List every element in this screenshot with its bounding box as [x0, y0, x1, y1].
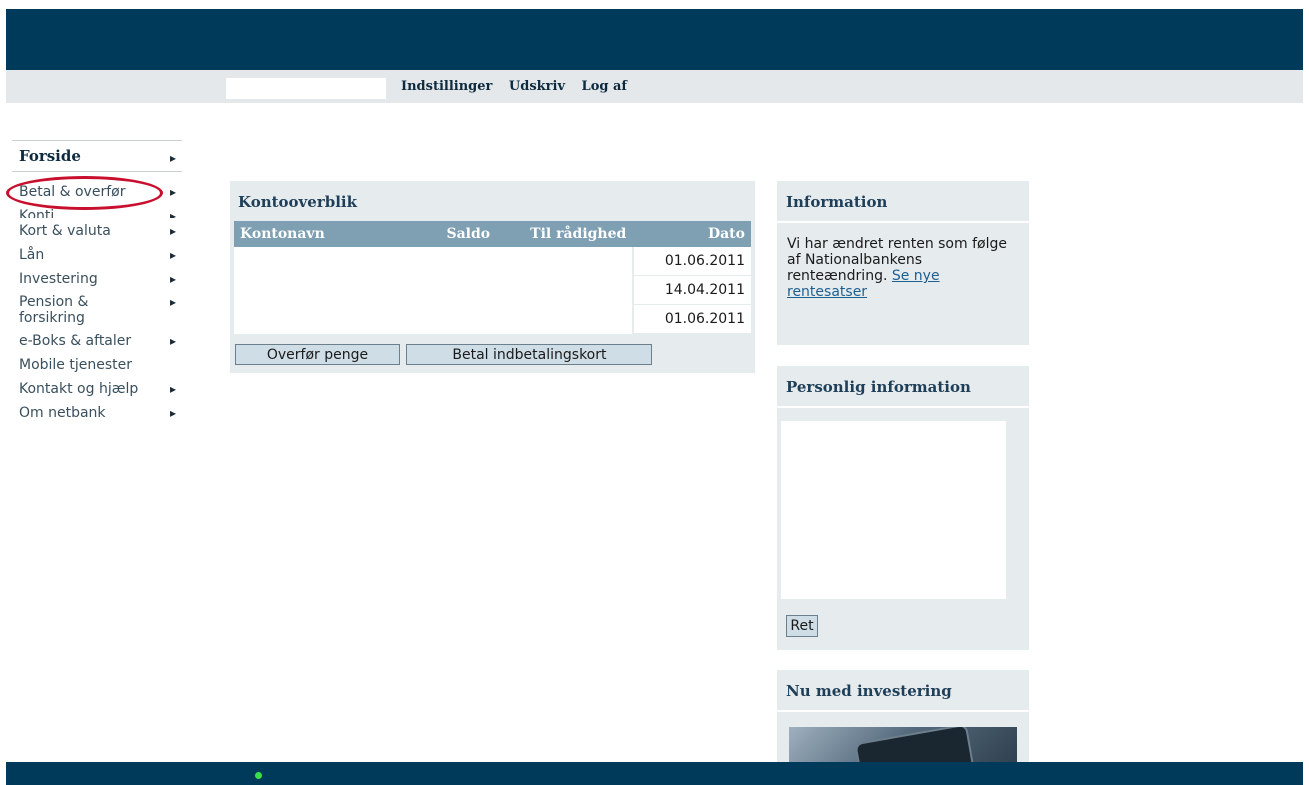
sidebar-item-label: Kort & valuta — [19, 223, 111, 239]
date-cell: 01.06.2011 — [632, 305, 751, 334]
column-header-date[interactable]: Dato — [632, 221, 751, 247]
account-actions: Overfør penge Betal indbetalingskort — [235, 344, 653, 365]
sidebar-item-label: e-Boks & aftaler — [19, 333, 132, 349]
table-row[interactable]: 01.06.2011 — [234, 247, 751, 276]
chevron-right-icon: ▸ — [170, 382, 177, 396]
chevron-right-icon: ▸ — [170, 224, 177, 238]
personal-info-panel: Personlig information Ret — [777, 366, 1029, 650]
sidebar-item-contact-help[interactable]: Kontakt og hjælp ▸ — [12, 380, 182, 398]
column-header-account-name[interactable]: Kontonavn — [234, 221, 402, 247]
sidebar-item-label: Forside — [19, 147, 81, 165]
accounts-table: Kontonavn Saldo Til rådighed Dato 01.06.… — [234, 221, 751, 334]
sidebar-item-eboks[interactable]: e-Boks & aftaler ▸ — [12, 332, 182, 350]
utility-bar: Indstillinger Udskriv Log af — [6, 70, 1303, 103]
print-link[interactable]: Udskriv — [509, 79, 565, 94]
sidebar-item-loans[interactable]: Lån ▸ — [12, 246, 182, 264]
panel-title: Personlig information — [786, 378, 971, 396]
information-panel: Information Vi har ændret renten som føl… — [777, 181, 1029, 345]
account-overview-panel: Kontooverblik Kontonavn Saldo Til rådigh… — [230, 181, 755, 373]
date-cell: 01.06.2011 — [632, 247, 751, 276]
personal-info-box — [781, 421, 1006, 599]
sidebar-item-label: Om netbank — [19, 405, 106, 421]
sidebar-item-home[interactable]: Forside ▸ — [12, 141, 182, 172]
sidebar-item-mobile[interactable]: Mobile tjenester — [12, 356, 182, 374]
sidebar-list: Betal & overfør ▸ Konti ▸ Kort & valuta … — [12, 183, 182, 422]
chevron-right-icon: ▸ — [170, 185, 177, 199]
transfer-money-button[interactable]: Overfør penge — [235, 344, 400, 365]
table-row[interactable]: 14.04.2011 — [234, 276, 751, 305]
chevron-right-icon: ▸ — [170, 248, 177, 262]
table-row[interactable]: 01.06.2011 — [234, 305, 751, 334]
status-dot-icon — [255, 772, 262, 779]
utility-links: Indstillinger Udskriv Log af — [401, 79, 639, 94]
sidebar-item-accounts[interactable]: Konti ▸ — [12, 207, 182, 218]
logout-link[interactable]: Log af — [582, 79, 627, 94]
footer-bar — [6, 762, 1303, 785]
sidebar-item-label: Pension & forsikring — [19, 294, 89, 326]
sidebar-item-label: Investering — [19, 271, 98, 287]
header-bar — [6, 9, 1303, 70]
chevron-right-icon: ▸ — [170, 272, 177, 286]
panel-title: Nu med investering — [786, 682, 952, 700]
divider — [777, 406, 1029, 408]
sidebar-item-about[interactable]: Om netbank ▸ — [12, 404, 182, 422]
chevron-right-icon: ▸ — [170, 209, 177, 218]
account-cell[interactable] — [234, 276, 633, 305]
sidebar-nav: Forside ▸ Betal & overfør ▸ Konti ▸ Kort… — [12, 140, 182, 428]
sidebar-item-cards-currency[interactable]: Kort & valuta ▸ — [12, 222, 182, 240]
account-cell[interactable] — [234, 305, 633, 334]
chevron-right-icon: ▸ — [170, 334, 177, 348]
account-cell[interactable] — [234, 247, 633, 276]
chevron-right-icon: ▸ — [170, 295, 177, 309]
search-input[interactable] — [226, 78, 386, 99]
sidebar-item-investing[interactable]: Investering ▸ — [12, 270, 182, 288]
chevron-right-icon: ▸ — [170, 151, 177, 165]
sidebar-item-label: Kontakt og hjælp — [19, 381, 139, 397]
investment-promo-panel: Nu med investering — [777, 670, 1029, 770]
panel-title: Kontooverblik — [238, 193, 357, 211]
information-text: Vi har ændret renten som følge af Nation… — [777, 223, 1029, 300]
table-header-row: Kontonavn Saldo Til rådighed Dato — [234, 221, 751, 247]
chevron-right-icon: ▸ — [170, 406, 177, 420]
sidebar-item-label: Betal & overfør — [19, 184, 126, 200]
panel-title: Information — [786, 193, 888, 211]
pay-card-button[interactable]: Betal indbetalingskort — [406, 344, 653, 365]
sidebar-item-pension[interactable]: Pension & forsikring ▸ — [12, 294, 176, 326]
divider — [777, 710, 1029, 712]
column-header-available[interactable]: Til rådighed — [496, 221, 633, 247]
date-cell: 14.04.2011 — [632, 276, 751, 305]
column-header-balance[interactable]: Saldo — [401, 221, 497, 247]
settings-link[interactable]: Indstillinger — [401, 79, 492, 94]
edit-button[interactable]: Ret — [786, 615, 818, 637]
sidebar-item-label: Mobile tjenester — [19, 357, 133, 373]
sidebar-item-label: Lån — [19, 247, 45, 263]
sidebar-item-pay-transfer[interactable]: Betal & overfør ▸ — [12, 183, 182, 201]
sidebar-item-label: Konti — [19, 208, 55, 218]
